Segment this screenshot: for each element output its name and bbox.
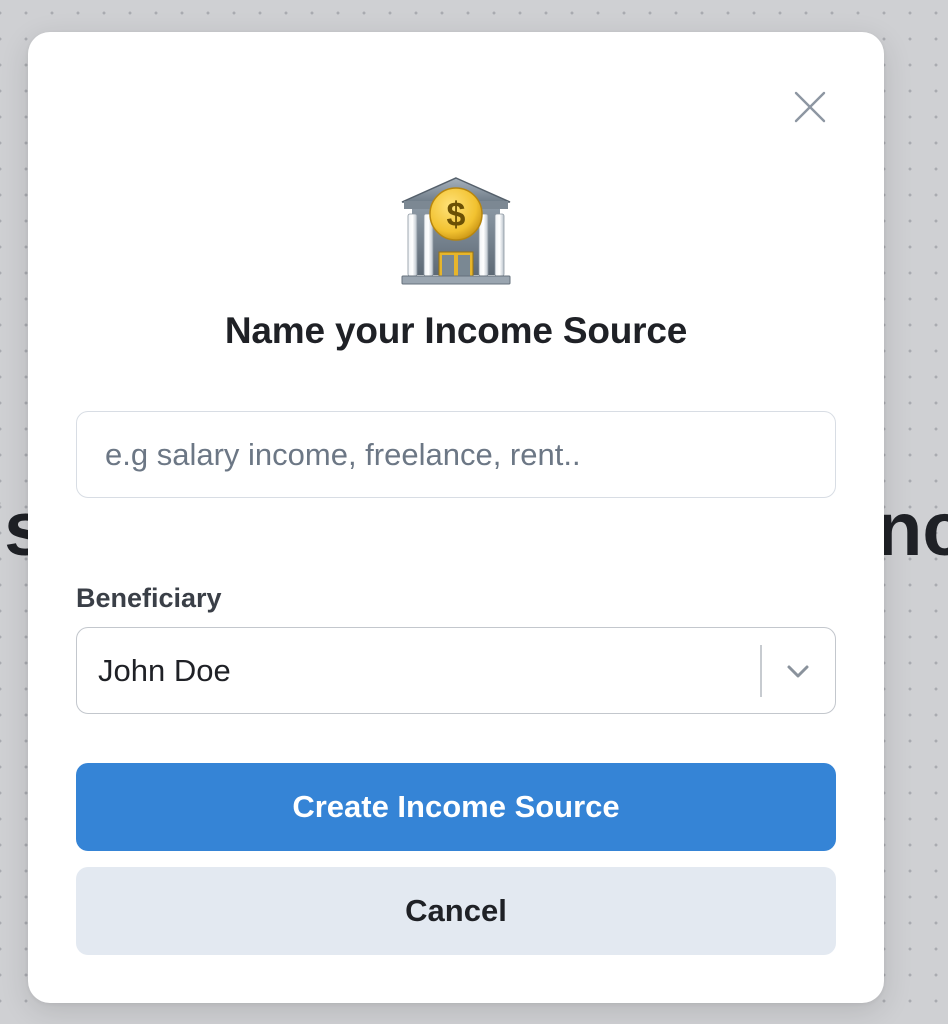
create-income-source-dialog: $ Name your Income Source Beneficiary Jo… (28, 32, 884, 1003)
beneficiary-select[interactable]: John Doe (76, 627, 836, 714)
background-heading-fragment: nc (876, 487, 948, 572)
dialog-title: Name your Income Source (224, 310, 688, 351)
beneficiary-selected-value: John Doe (98, 653, 231, 688)
bank-icon: $ (401, 177, 511, 285)
beneficiary-label: Beneficiary (76, 583, 222, 613)
income-source-name-input[interactable] (76, 411, 836, 498)
svg-text:$: $ (447, 196, 466, 234)
create-income-source-button[interactable]: Create Income Source (76, 763, 836, 851)
chevron-down-icon[interactable] (782, 655, 814, 687)
close-icon (794, 91, 826, 123)
close-button[interactable] (790, 87, 830, 127)
select-divider (760, 645, 762, 697)
cancel-button[interactable]: Cancel (76, 867, 836, 955)
